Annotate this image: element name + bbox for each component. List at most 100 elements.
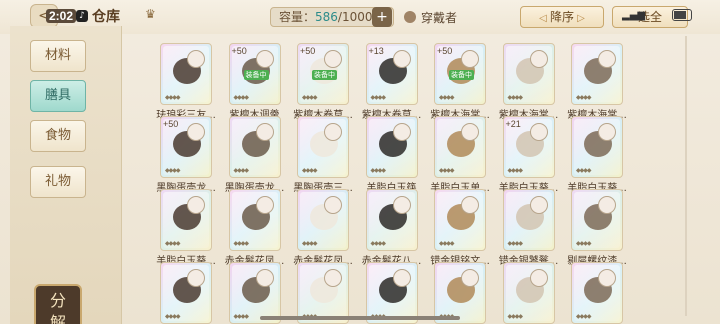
category-tab-gift[interactable]: 礼物 (30, 166, 86, 198)
item-card[interactable]: ◆◆◆◆ (160, 189, 212, 251)
item-stars: ◆◆◆◆ (302, 167, 318, 174)
item-card[interactable]: ◆◆◆◆ (228, 262, 281, 324)
item-stars: ◆◆◆◆ (576, 240, 592, 247)
equipped-tag: 装备中 (449, 70, 474, 80)
category-tab-materials[interactable]: 材料 (30, 40, 86, 72)
character-artwork (598, 123, 616, 141)
item-stars: ◆◆◆◆ (507, 167, 524, 174)
item-stars: ◆◆◆◆ (576, 313, 592, 320)
decompose-label-2: 解 (49, 313, 66, 324)
item-card[interactable]: ◆◆◆◆ +50 装备中 (228, 43, 281, 105)
page-title: 仓库 (92, 9, 120, 25)
category-tab-food[interactable]: 食物 (30, 120, 86, 152)
item-card[interactable]: ◆◆◆◆ (365, 262, 418, 324)
character-artwork (255, 50, 274, 68)
crown-icon: ♛ (145, 7, 156, 21)
signal-icon: ▂▄▆ (622, 10, 646, 21)
item-card[interactable]: ◆◆◆◆ (571, 116, 623, 178)
status-time: 2:02 (46, 9, 77, 23)
sort-left-arrow-icon: ◁ (539, 13, 550, 24)
item-card[interactable]: ◆◆◆◆ +50 (160, 116, 212, 178)
item-card[interactable]: ◆◆◆◆ (571, 262, 623, 324)
item-card[interactable]: ◆◆◆◆ (160, 262, 212, 324)
capacity-current: 586 (315, 10, 338, 24)
item-card[interactable]: ◆◆◆◆ (502, 43, 555, 105)
item-card[interactable]: ◆◆◆◆ (365, 116, 418, 178)
capacity-add-button[interactable]: + (372, 7, 392, 27)
item-grid: ◆◆◆◆珐琅彩三友...◆◆◆◆+50装备中紫檀木调羹◆◆◆◆+50装备中紫檀木… (150, 40, 680, 324)
sort-button[interactable]: ◁ 降序 ▷ (520, 6, 604, 28)
equipped-tag: 装备中 (312, 70, 337, 80)
item-stars: ◆◆◆◆ (233, 94, 250, 101)
character-artwork (392, 50, 411, 68)
item-card[interactable]: ◆◆◆◆ (502, 262, 555, 324)
item-stars: ◆◆◆◆ (507, 94, 524, 101)
item-card[interactable]: ◆◆◆◆ (434, 262, 486, 324)
sort-right-arrow-icon: ▷ (574, 13, 585, 24)
item-stars: ◆◆◆◆ (507, 313, 524, 320)
item-card[interactable]: ◆◆◆◆ (434, 189, 486, 251)
item-stars: ◆◆◆◆ (165, 94, 181, 101)
item-card[interactable]: ◆◆◆◆ (571, 189, 623, 251)
item-stars: ◆◆◆◆ (370, 240, 387, 247)
item-card[interactable]: ◆◆◆◆ (228, 116, 281, 178)
item-card[interactable]: ◆◆◆◆ +50 装备中 (434, 43, 486, 105)
scrollbar-track[interactable] (685, 36, 687, 316)
category-tab-tableware[interactable]: 膳具 (30, 80, 86, 112)
enhance-level-badge: +21 (505, 119, 521, 129)
character-artwork (392, 196, 411, 214)
character-artwork (255, 269, 274, 287)
item-stars: ◆◆◆◆ (302, 94, 318, 101)
item-stars: ◆◆◆◆ (233, 313, 250, 320)
character-artwork (461, 123, 479, 141)
item-stars: ◆◆◆◆ (165, 167, 181, 174)
item-stars: ◆◆◆◆ (165, 313, 181, 320)
decompose-button[interactable]: 分 解 (34, 284, 82, 324)
enhance-level-badge: +50 (437, 46, 453, 56)
item-stars: ◆◆◆◆ (370, 167, 387, 174)
wearing-label[interactable]: 穿戴者 (421, 9, 457, 26)
item-card[interactable]: ◆◆◆◆ +21 (502, 116, 555, 178)
item-card[interactable]: ◆◆◆◆ +50 装备中 (297, 43, 349, 105)
character-artwork (461, 50, 479, 68)
enhance-level-badge: +50 (231, 46, 247, 56)
wearing-radio-icon[interactable] (404, 11, 416, 23)
character-artwork (187, 50, 205, 68)
capacity-label: 容量： (279, 10, 316, 24)
item-stars: ◆◆◆◆ (370, 94, 387, 101)
item-card[interactable]: ◆◆◆◆ (297, 189, 349, 251)
character-artwork (392, 123, 411, 141)
item-stars: ◆◆◆◆ (439, 167, 455, 174)
item-stars: ◆◆◆◆ (233, 240, 250, 247)
item-stars: ◆◆◆◆ (165, 240, 181, 247)
item-stars: ◆◆◆◆ (439, 94, 455, 101)
item-card[interactable]: ◆◆◆◆ (228, 189, 281, 251)
character-artwork (598, 50, 616, 68)
decompose-label-1: 分 (49, 291, 66, 310)
character-artwork (392, 269, 411, 287)
character-artwork (598, 196, 616, 214)
character-artwork (529, 50, 548, 68)
character-artwork (255, 196, 274, 214)
item-card[interactable]: ◆◆◆◆ (365, 189, 418, 251)
item-card[interactable]: ◆◆◆◆ (434, 116, 486, 178)
capacity-total: /1000 (337, 10, 373, 24)
character-artwork (324, 123, 342, 141)
character-artwork (255, 123, 274, 141)
item-card[interactable]: ◆◆◆◆ (571, 43, 623, 105)
item-card[interactable]: ◆◆◆◆ (502, 189, 555, 251)
character-artwork (598, 269, 616, 287)
item-stars: ◆◆◆◆ (507, 240, 524, 247)
item-card[interactable]: ◆◆◆◆ (297, 262, 349, 324)
character-artwork (529, 269, 548, 287)
item-card[interactable]: ◆◆◆◆ (297, 116, 349, 178)
item-card[interactable]: ◆◆◆◆ (160, 43, 212, 105)
item-stars: ◆◆◆◆ (233, 167, 250, 174)
character-artwork (529, 123, 548, 141)
character-artwork (324, 196, 342, 214)
item-card[interactable]: ◆◆◆◆ +13 (365, 43, 418, 105)
character-artwork (324, 50, 342, 68)
character-artwork (187, 196, 205, 214)
category-sidebar: 材料 膳具 食物 礼物 分 解 (10, 26, 122, 324)
character-artwork (529, 196, 548, 214)
